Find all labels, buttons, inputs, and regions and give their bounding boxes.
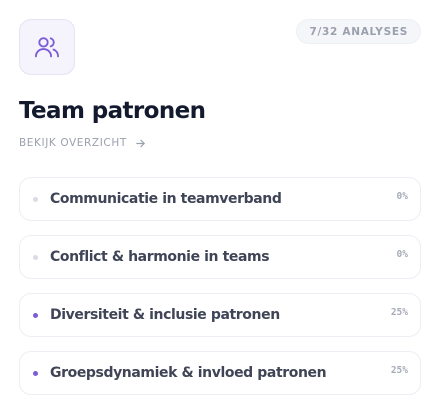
list-item-label: Communicatie in teamverband: [50, 191, 282, 207]
view-overview-link[interactable]: BEKIJK OVERZICHT: [19, 137, 146, 149]
list-item-label: Groepsdynamiek & invloed patronen: [50, 365, 327, 381]
view-overview-label: BEKIJK OVERZICHT: [19, 137, 127, 149]
status-dot: [33, 370, 38, 376]
list-item[interactable]: Groepsdynamiek & invloed patronen 25%: [19, 351, 421, 395]
users-icon: [34, 37, 60, 58]
list-item[interactable]: Diversiteit & inclusie patronen 25%: [19, 293, 421, 337]
list-item-label: Diversiteit & inclusie patronen: [50, 307, 280, 323]
progress-percent: 25%: [390, 307, 408, 318]
pattern-list: Communicatie in teamverband 0% Conflict …: [19, 177, 421, 405]
list-item[interactable]: Conflict & harmonie in teams 0%: [19, 235, 421, 279]
list-item-label: Conflict & harmonie in teams: [50, 249, 270, 265]
team-patterns-card: 7/32 ANALYSES Team patronen BEKIJK OVERZ…: [0, 0, 440, 405]
progress-percent: 25%: [390, 365, 408, 376]
page-title: Team patronen: [19, 98, 206, 124]
progress-percent: 0%: [396, 249, 408, 260]
status-dot: [33, 196, 38, 202]
progress-percent: 0%: [396, 191, 408, 202]
analyses-count-badge: 7/32 ANALYSES: [296, 19, 421, 44]
status-dot: [33, 312, 38, 318]
list-item[interactable]: Communicatie in teamverband 0%: [19, 177, 421, 221]
category-icon-box: [19, 19, 75, 75]
status-dot: [33, 254, 38, 260]
arrow-right-icon: [135, 138, 146, 149]
